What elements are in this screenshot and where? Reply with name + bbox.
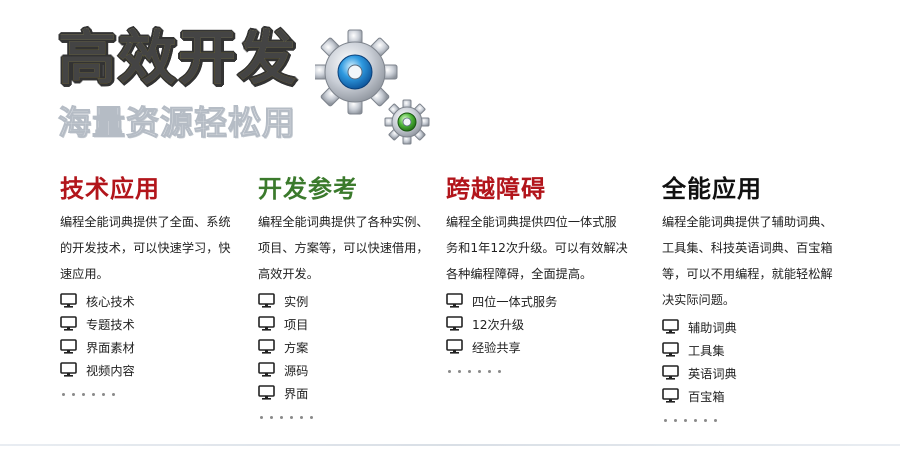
list-item[interactable]: 经验共享 xyxy=(446,335,636,358)
more-link[interactable] xyxy=(446,370,636,373)
list-item-label: 源码 xyxy=(284,363,309,378)
column-list: 实例 项目 方案 源码 界面 xyxy=(258,289,448,404)
column-overcome-obstacles: 跨越障碍 编程全能词典提供四位一体式服务和1年12次升级。可以有效解决各种编程障… xyxy=(446,172,636,373)
list-item[interactable]: 12次升级 xyxy=(446,312,636,335)
banner-title: 高效开发 xyxy=(58,24,299,92)
list-item-label: 界面 xyxy=(284,386,309,401)
column-title: 开发参考 xyxy=(258,175,358,203)
list-item-label: 视频内容 xyxy=(86,363,135,378)
list-item[interactable]: 四位一体式服务 xyxy=(446,289,636,312)
list-item-label: 核心技术 xyxy=(86,294,135,309)
list-item[interactable]: 百宝箱 xyxy=(662,384,852,407)
list-item-label: 界面素材 xyxy=(86,340,135,355)
column-tech-apply: 技术应用 编程全能词典提供了全面、系统的开发技术，可以快速学习，快速应用。 核心… xyxy=(60,172,250,396)
list-item-label: 经验共享 xyxy=(472,340,521,355)
more-link[interactable] xyxy=(60,393,250,396)
column-list: 核心技术 专题技术 界面素材 视频内容 xyxy=(60,289,250,381)
list-item[interactable]: 项目 xyxy=(258,312,448,335)
list-item[interactable]: 界面 xyxy=(258,381,448,404)
list-item[interactable]: 界面素材 xyxy=(60,335,250,358)
monitor-icon xyxy=(662,388,679,403)
list-item-label: 四位一体式服务 xyxy=(472,294,558,309)
column-description: 编程全能词典提供四位一体式服务和1年12次升级。可以有效解决各种编程障碍，全面提… xyxy=(446,215,628,281)
monitor-icon xyxy=(258,385,275,400)
monitor-icon xyxy=(662,342,679,357)
list-item[interactable]: 实例 xyxy=(258,289,448,312)
column-title: 技术应用 xyxy=(60,175,160,203)
list-item-label: 实例 xyxy=(284,294,309,309)
column-description: 编程全能词典提供了各种实例、项目、方案等，可以快速借用，高效开发。 xyxy=(258,215,429,281)
list-item-label: 方案 xyxy=(284,340,309,355)
list-item[interactable]: 英语词典 xyxy=(662,361,852,384)
column-title: 全能应用 xyxy=(662,175,762,203)
monitor-icon xyxy=(258,316,275,331)
list-item-label: 工具集 xyxy=(688,343,725,358)
monitor-icon xyxy=(662,365,679,380)
monitor-icon xyxy=(446,293,463,308)
column-all-round-apply: 全能应用 编程全能词典提供了辅助词典、工具集、科技英语词典、百宝箱等，可以不用编… xyxy=(662,172,852,422)
monitor-icon xyxy=(662,319,679,334)
list-item[interactable]: 视频内容 xyxy=(60,358,250,381)
banner-subtitle: 海量资源轻松用 xyxy=(58,103,296,143)
list-item-label: 12次升级 xyxy=(472,317,525,332)
banner: 高效开发 海量资源轻松用 xyxy=(0,0,900,160)
list-item[interactable]: 方案 xyxy=(258,335,448,358)
monitor-icon xyxy=(60,293,77,308)
monitor-icon xyxy=(258,339,275,354)
more-link[interactable] xyxy=(662,419,852,422)
list-item-label: 英语词典 xyxy=(688,366,737,381)
monitor-icon xyxy=(446,339,463,354)
column-dev-reference: 开发参考 编程全能词典提供了各种实例、项目、方案等，可以快速借用，高效开发。 实… xyxy=(258,172,448,419)
monitor-icon xyxy=(60,316,77,331)
column-description: 编程全能词典提供了辅助词典、工具集、科技英语词典、百宝箱等，可以不用编程，就能轻… xyxy=(662,215,833,307)
column-list: 四位一体式服务 12次升级 经验共享 xyxy=(446,289,636,358)
column-title: 跨越障碍 xyxy=(446,175,546,203)
list-item[interactable]: 工具集 xyxy=(662,338,852,361)
list-item-label: 项目 xyxy=(284,317,309,332)
monitor-icon xyxy=(60,362,77,377)
bottom-divider xyxy=(0,444,900,446)
monitor-icon xyxy=(446,316,463,331)
list-item[interactable]: 源码 xyxy=(258,358,448,381)
monitor-icon xyxy=(258,362,275,377)
monitor-icon xyxy=(60,339,77,354)
list-item[interactable]: 辅助词典 xyxy=(662,315,852,338)
gears-icon xyxy=(315,29,430,145)
column-list: 辅助词典 工具集 英语词典 百宝箱 xyxy=(662,315,852,407)
monitor-icon xyxy=(258,293,275,308)
list-item-label: 百宝箱 xyxy=(688,389,725,404)
list-item[interactable]: 专题技术 xyxy=(60,312,250,335)
more-link[interactable] xyxy=(258,416,448,419)
list-item-label: 辅助词典 xyxy=(688,320,737,335)
list-item-label: 专题技术 xyxy=(86,317,135,332)
column-description: 编程全能词典提供了全面、系统的开发技术，可以快速学习，快速应用。 xyxy=(60,215,231,281)
list-item[interactable]: 核心技术 xyxy=(60,289,250,312)
